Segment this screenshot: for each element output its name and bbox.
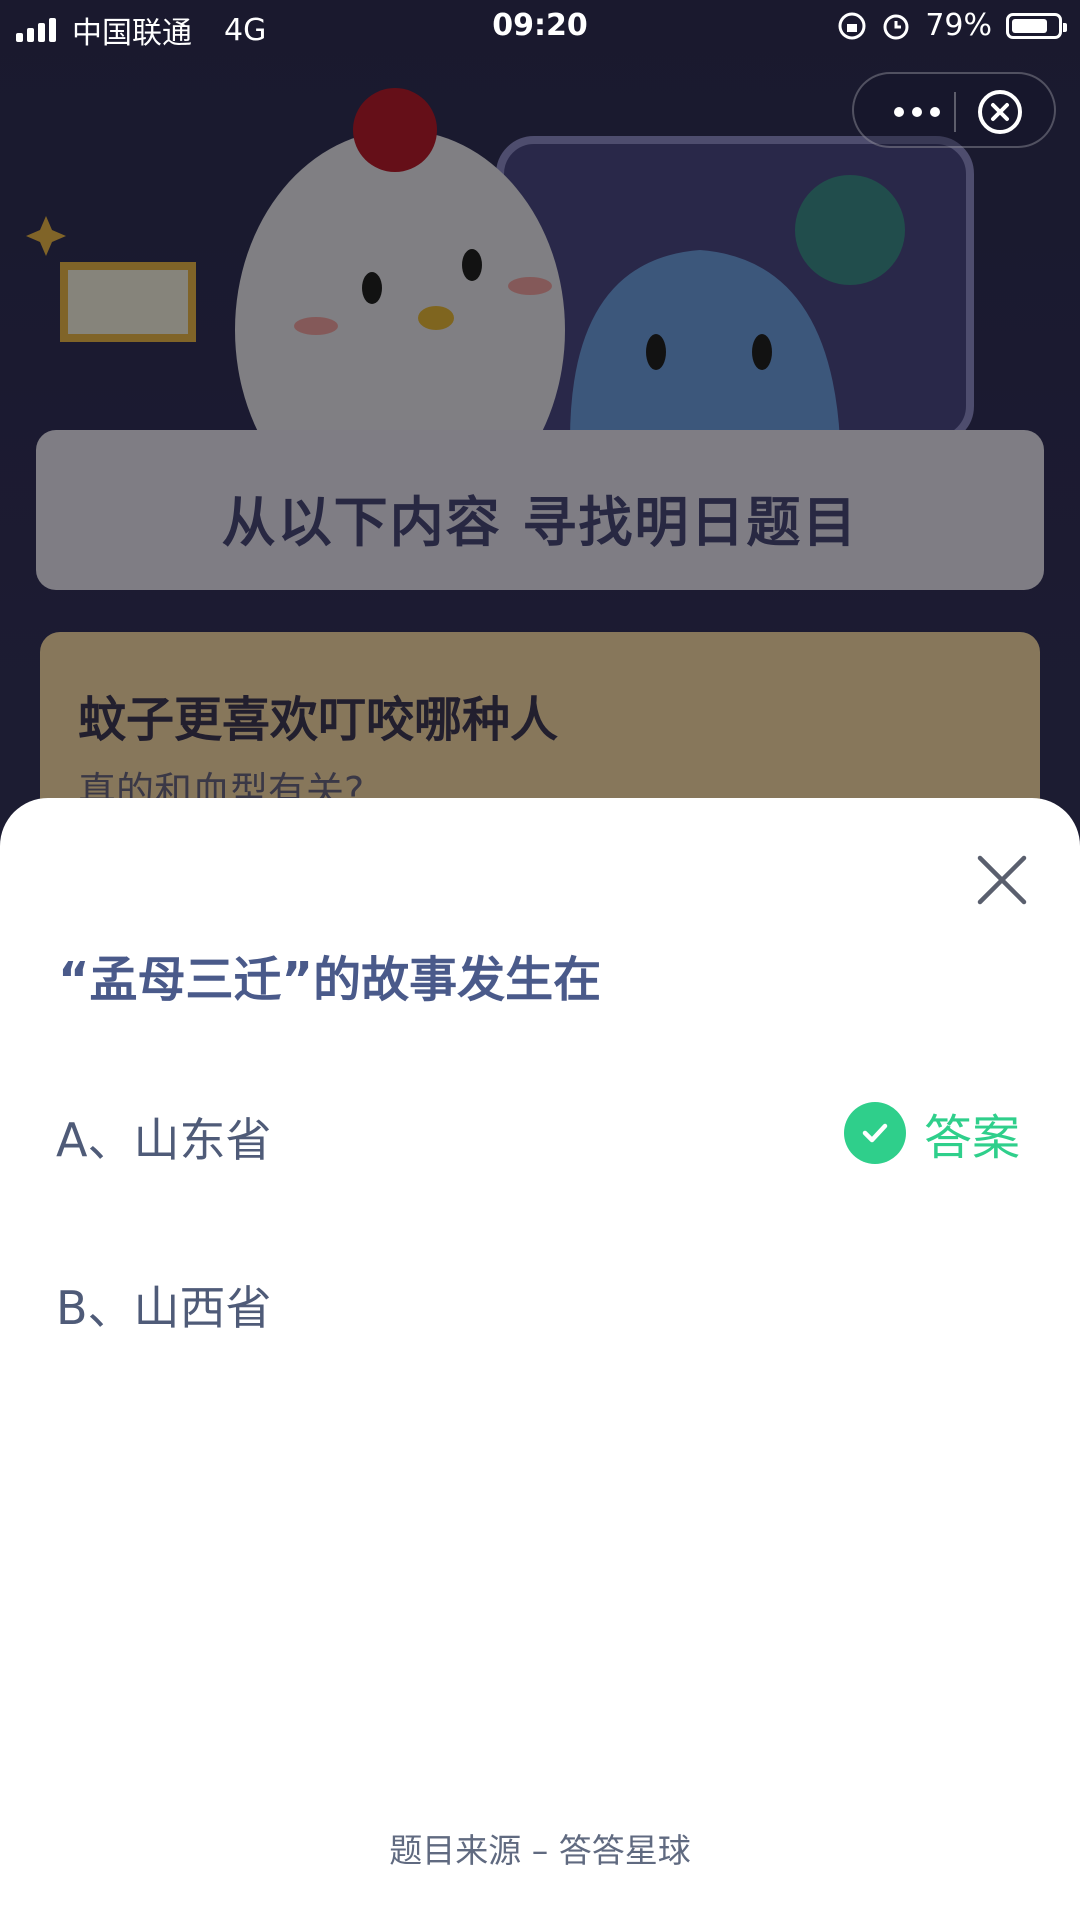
alarm-icon	[883, 14, 909, 39]
mini-program-capsule	[852, 72, 1056, 148]
check-icon	[844, 1102, 906, 1164]
question-source: 题目来源 – 答答星球	[389, 1831, 691, 1870]
option-a[interactable]: A、山东省	[56, 1104, 271, 1170]
capsule-divider	[954, 92, 956, 132]
close-circle-icon[interactable]	[976, 88, 1024, 136]
battery-percent: 79%	[925, 8, 992, 43]
more-dots-icon[interactable]	[882, 90, 952, 134]
answer-label: 答案	[924, 1110, 1021, 1166]
rotation-lock-icon	[838, 12, 866, 39]
status-bar: 中国联通 4G 09:20 79%	[0, 0, 1080, 56]
option-b[interactable]: B、山西省	[56, 1272, 272, 1338]
battery-icon	[1006, 12, 1067, 39]
close-icon[interactable]	[972, 850, 1032, 910]
answer-badge: 答案	[844, 1098, 1020, 1168]
question-text: “孟母三迁”的故事发生在	[58, 952, 602, 1008]
status-right: 79%	[837, 8, 1067, 43]
battery-level	[1012, 18, 1047, 33]
